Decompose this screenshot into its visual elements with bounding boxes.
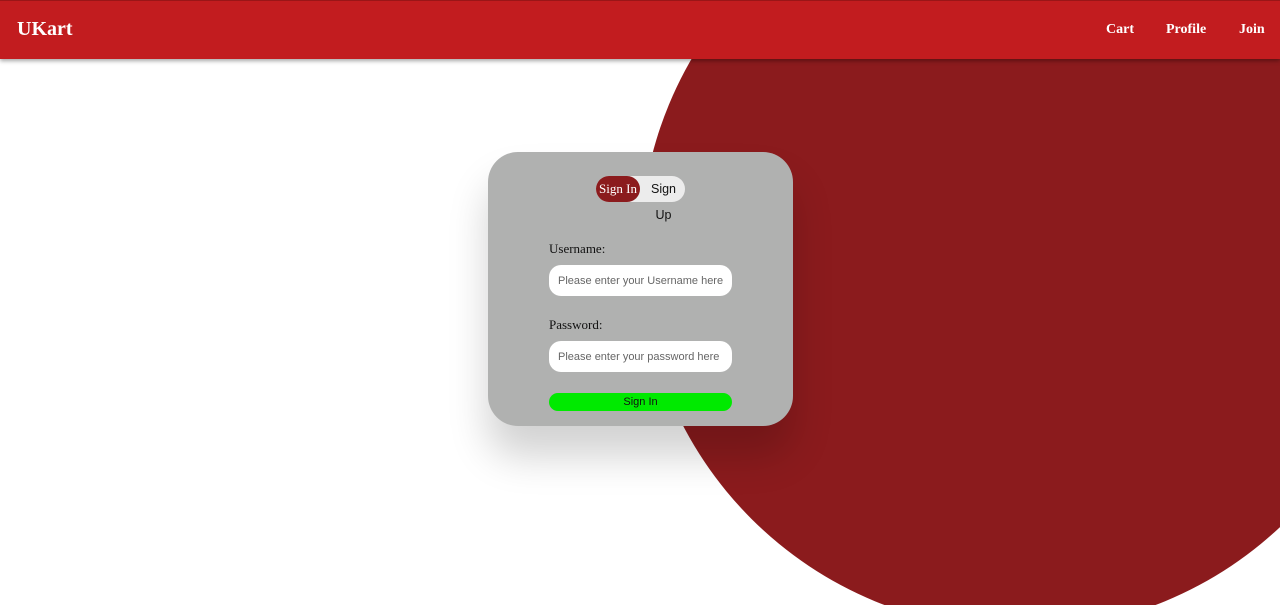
navbar: UKart Cart Profile Join bbox=[0, 0, 1280, 59]
nav-link-join[interactable]: Join bbox=[1239, 22, 1265, 38]
password-label: Password: bbox=[549, 317, 603, 332]
brand-logo[interactable]: UKart bbox=[17, 18, 73, 41]
auth-mode-toggle: Sign In Sign Up bbox=[596, 176, 685, 222]
password-input[interactable] bbox=[549, 341, 732, 372]
username-input[interactable] bbox=[549, 265, 732, 296]
toggle-sign-in[interactable]: Sign In bbox=[596, 176, 640, 202]
sign-in-button[interactable]: Sign In bbox=[549, 393, 732, 411]
username-label: Username: bbox=[549, 241, 606, 256]
nav-link-profile[interactable]: Profile bbox=[1166, 22, 1206, 38]
nav-link-cart[interactable]: Cart bbox=[1106, 22, 1134, 38]
toggle-sign-up[interactable]: Sign Up bbox=[642, 176, 685, 222]
page: UKart Cart Profile Join Sign In Sign Up … bbox=[0, 0, 1280, 605]
sign-in-card: Sign In Sign Up Username: Password: Sign… bbox=[488, 152, 793, 426]
